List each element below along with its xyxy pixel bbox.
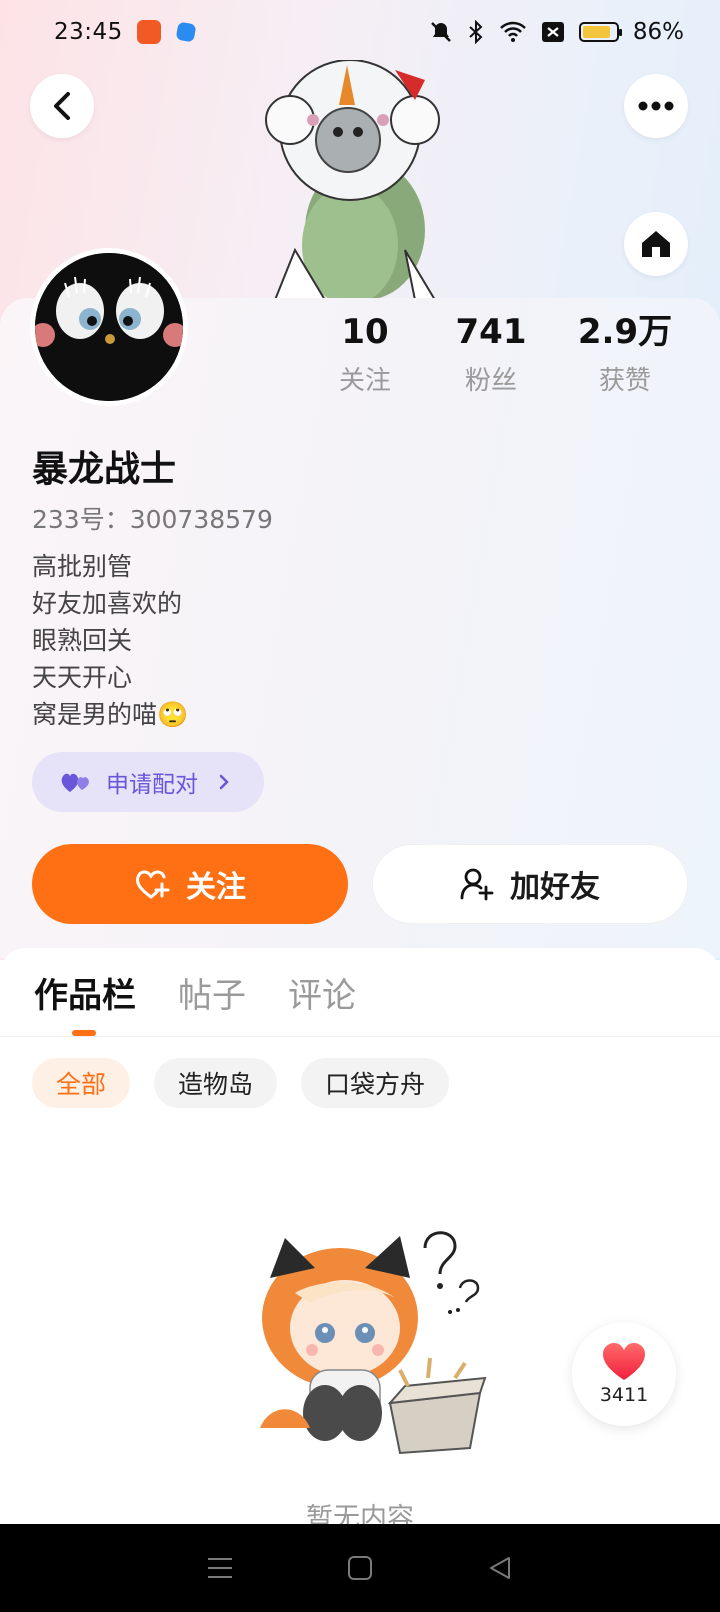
filter-chip-creation-island[interactable]: 造物岛: [154, 1058, 278, 1108]
app-notification-icon: [136, 20, 161, 44]
stat-label: 关注: [338, 366, 391, 396]
battery-percent: 86%: [632, 19, 684, 45]
avatar[interactable]: [30, 248, 188, 406]
like-count: 3411: [599, 1384, 649, 1406]
stat-followers[interactable]: 741 粉丝: [426, 312, 556, 397]
back-nav-icon[interactable]: [487, 1555, 513, 1581]
heart-icon: [603, 1343, 645, 1380]
like-float-button[interactable]: 3411: [572, 1322, 676, 1426]
filter-chip-all[interactable]: 全部: [32, 1058, 131, 1108]
apply-pair-button[interactable]: 申请配对: [32, 752, 264, 812]
stat-value: 10: [341, 312, 389, 352]
bio-line: 天天开心: [32, 663, 133, 692]
stat-value: 741: [455, 312, 527, 352]
stat-value: 2.9万: [577, 312, 673, 352]
tab-posts[interactable]: 帖子: [178, 968, 246, 1017]
sim-icon: [541, 22, 564, 42]
add-friend-button[interactable]: 加好友: [372, 844, 688, 924]
double-heart-icon: [61, 773, 89, 792]
user-id: 233号：300738579: [32, 505, 273, 534]
empty-state-illustration: [260, 1231, 487, 1455]
status-time: 23:45: [54, 19, 123, 45]
wifi-icon: [499, 21, 526, 42]
filter-chip-pocket-ark[interactable]: 口袋方舟: [301, 1058, 450, 1108]
tab-comments[interactable]: 评论: [288, 968, 356, 1017]
follow-button[interactable]: 关注: [32, 844, 348, 924]
chevron-right-icon: [219, 774, 229, 790]
tabs-divider: [0, 1036, 720, 1037]
home-button[interactable]: [624, 212, 688, 276]
notifications-off-icon: [430, 22, 451, 42]
bio-line: 高批别管: [32, 552, 133, 581]
add-friend-label: 加好友: [510, 870, 600, 905]
add-user-icon: [460, 868, 494, 901]
stat-label: 获赞: [598, 366, 651, 396]
stat-following[interactable]: 10 关注: [300, 312, 430, 397]
tab-works[interactable]: 作品栏: [34, 968, 136, 1017]
avatar-illustration: [35, 253, 183, 401]
app-notification-icon: [175, 21, 197, 43]
back-button[interactable]: [30, 74, 94, 138]
bio-line: 眼熟回关: [32, 626, 133, 655]
username: 暴龙战士: [32, 449, 177, 490]
chevron-left-icon: [54, 92, 70, 120]
bio-line: 窝是男的喵🙄: [32, 700, 189, 729]
profile-stats: 10 关注 741 粉丝 2.9万 获赞: [300, 312, 720, 412]
heart-plus-icon: [136, 870, 170, 899]
menu-icon[interactable]: [207, 1556, 233, 1580]
filter-chips: 全部 造物岛 口袋方舟: [32, 1058, 450, 1108]
bio-line: 好友加喜欢的: [32, 589, 183, 618]
more-dots-icon: [638, 101, 674, 111]
more-button[interactable]: [624, 74, 688, 138]
home-icon: [642, 231, 670, 257]
content-panel: 作品栏 帖子 评论 全部 造物岛 口袋方舟 暂无内容: [0, 948, 720, 1534]
bluetooth-icon: [469, 20, 483, 44]
status-bar: 23:45 86%: [0, 0, 720, 64]
content-tabs: 作品栏 帖子 评论: [34, 968, 356, 1017]
cover-character-illustration: [265, 60, 440, 300]
apply-pair-label: 申请配对: [106, 772, 198, 798]
follow-label: 关注: [186, 870, 246, 905]
stat-label: 粉丝: [464, 366, 517, 396]
system-nav-bar: [0, 1524, 720, 1612]
battery-icon: [578, 22, 622, 42]
home-nav-icon[interactable]: [347, 1555, 373, 1581]
stat-likes[interactable]: 2.9万 获赞: [560, 312, 690, 397]
bio: 高批别管 好友加喜欢的 眼熟回关 天天开心 窝是男的喵🙄: [32, 548, 188, 733]
